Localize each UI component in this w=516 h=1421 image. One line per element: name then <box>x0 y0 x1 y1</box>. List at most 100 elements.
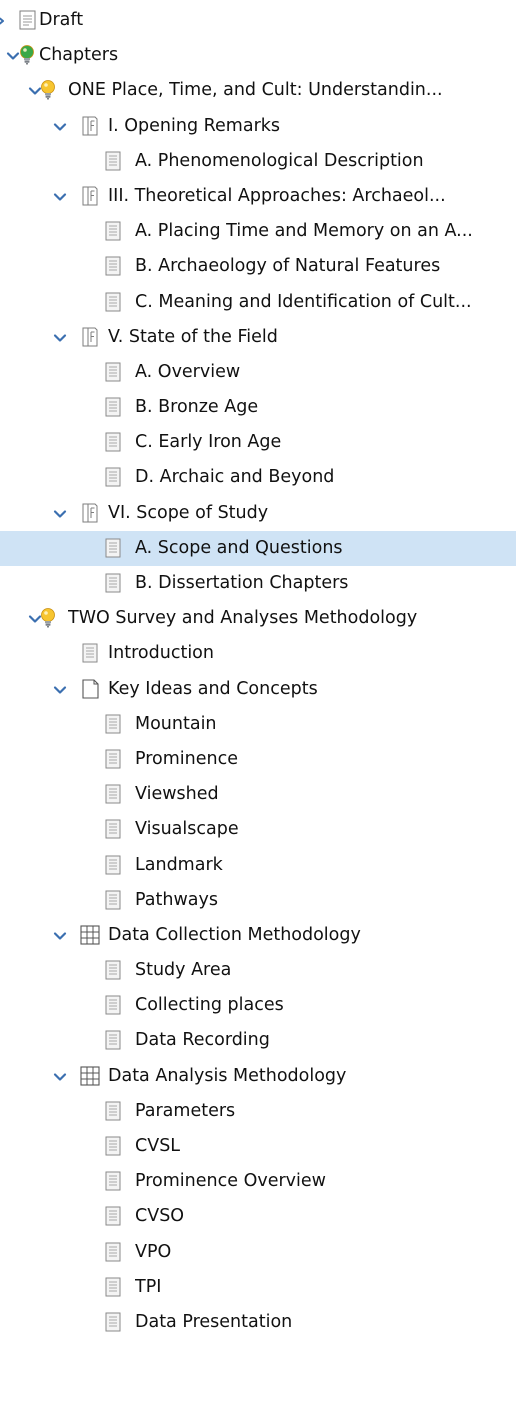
binder-item[interactable]: Mountain <box>0 707 516 742</box>
binder-item-label: Landmark <box>135 854 223 875</box>
folded-document-icon <box>80 185 100 207</box>
binder-item[interactable]: III. Theoretical Approaches: Archaeol... <box>0 179 516 214</box>
binder-item[interactable]: Key Ideas and Concepts <box>0 672 516 707</box>
binder-item-label: VPO <box>135 1241 172 1262</box>
binder-item[interactable]: D. Archaic and Beyond <box>0 460 516 495</box>
binder-item-label: Chapters <box>39 45 119 66</box>
folded-document-icon <box>80 502 100 524</box>
binder-item[interactable]: Parameters <box>0 1094 516 1129</box>
binder-item[interactable]: Prominence <box>0 742 516 777</box>
text-document-icon <box>103 220 123 242</box>
draft-icon <box>17 9 37 31</box>
binder-item[interactable]: TWO Survey and Analyses Methodology <box>0 601 516 636</box>
binder-item[interactable]: Visualscape <box>0 812 516 847</box>
binder-item-label: Key Ideas and Concepts <box>108 678 318 699</box>
binder-item[interactable]: Introduction <box>0 636 516 671</box>
binder-item-label: Data Presentation <box>135 1311 293 1332</box>
binder-item[interactable]: Data Recording <box>0 1023 516 1058</box>
binder-item[interactable]: A. Overview <box>0 355 516 390</box>
binder-item-label: V. State of the Field <box>108 326 278 347</box>
grid-icon <box>79 1065 100 1087</box>
binder-item-label: Introduction <box>108 643 214 664</box>
binder-item[interactable]: I. Opening Remarks <box>0 109 516 144</box>
binder-item[interactable]: C. Meaning and Identification of Cult... <box>0 285 516 320</box>
binder-item-label: B. Bronze Age <box>135 397 259 418</box>
text-document-icon <box>103 854 123 876</box>
binder-item[interactable]: A. Placing Time and Memory on an A... <box>0 214 516 249</box>
binder-item-label: C. Meaning and Identification of Cult... <box>135 291 472 312</box>
text-document-icon <box>103 537 123 559</box>
binder-item[interactable]: Prominence Overview <box>0 1164 516 1199</box>
chevron-down-icon[interactable] <box>52 330 68 346</box>
text-document-icon <box>80 642 100 664</box>
binder-item[interactable]: Pathways <box>0 883 516 918</box>
text-document-icon <box>103 466 123 488</box>
binder-item[interactable]: A. Scope and Questions <box>0 530 516 566</box>
chevron-down-icon[interactable] <box>52 119 68 135</box>
chevron-down-icon[interactable] <box>0 13 16 29</box>
binder-item[interactable]: CVSO <box>0 1199 516 1234</box>
binder-item[interactable]: Data Presentation <box>0 1305 516 1340</box>
text-document-icon <box>103 396 123 418</box>
binder-item[interactable]: B. Bronze Age <box>0 390 516 425</box>
text-document-icon <box>103 783 123 805</box>
binder-item-label: I. Opening Remarks <box>108 115 281 136</box>
binder-item-label: Visualscape <box>135 819 239 840</box>
text-document-icon <box>103 959 123 981</box>
chevron-down-icon[interactable] <box>52 682 68 698</box>
binder-item-label: A. Placing Time and Memory on an A... <box>135 221 473 242</box>
text-document-icon <box>103 255 123 277</box>
chevron-down-icon[interactable] <box>52 506 68 522</box>
text-document-icon <box>103 361 123 383</box>
chevron-down-icon[interactable] <box>52 928 68 944</box>
chevron-down-icon[interactable] <box>52 189 68 205</box>
binder-item[interactable]: Study Area <box>0 953 516 988</box>
binder-item[interactable]: C. Early Iron Age <box>0 425 516 460</box>
binder-item[interactable]: VI. Scope of Study <box>0 496 516 531</box>
binder-item-label: Viewshed <box>135 784 219 805</box>
binder-item[interactable]: Data Analysis Methodology <box>0 1059 516 1094</box>
text-document-icon <box>103 1241 123 1263</box>
binder-item[interactable]: Draft <box>0 3 516 38</box>
lightbulb-yellow-icon <box>38 607 58 629</box>
binder-item[interactable]: CVSL <box>0 1129 516 1164</box>
binder-item-label: III. Theoretical Approaches: Archaeol... <box>108 185 446 206</box>
binder-item[interactable]: ONE Place, Time, and Cult: Understandin.… <box>0 73 516 108</box>
binder-item[interactable]: B. Dissertation Chapters <box>0 566 516 601</box>
binder-item-label: Draft <box>39 10 84 30</box>
binder-item[interactable]: VPO <box>0 1235 516 1270</box>
blank-document-icon <box>80 678 100 700</box>
binder-item[interactable]: V. State of the Field <box>0 320 516 355</box>
binder-item[interactable]: TPI <box>0 1270 516 1305</box>
binder-item-label: TPI <box>135 1276 162 1297</box>
text-document-icon <box>103 150 123 172</box>
text-document-icon <box>103 1205 123 1227</box>
text-document-icon <box>103 1029 123 1051</box>
chevron-down-icon[interactable] <box>52 1069 68 1085</box>
text-document-icon <box>103 431 123 453</box>
text-document-icon <box>103 1311 123 1333</box>
binder-item-label: B. Archaeology of Natural Features <box>135 256 441 277</box>
binder-item[interactable]: Landmark <box>0 848 516 883</box>
text-document-icon <box>103 1170 123 1192</box>
binder-item[interactable]: B. Archaeology of Natural Features <box>0 249 516 284</box>
binder-item-label: B. Dissertation Chapters <box>135 573 349 593</box>
text-document-icon <box>103 291 123 313</box>
binder-item-label: VI. Scope of Study <box>108 502 269 523</box>
binder-item-label: A. Scope and Questions <box>135 537 343 558</box>
binder-item[interactable]: Collecting places <box>0 988 516 1023</box>
binder-item-label: CVSO <box>135 1206 185 1227</box>
binder-item[interactable]: Viewshed <box>0 777 516 812</box>
folded-document-icon <box>80 326 100 348</box>
text-document-icon <box>103 889 123 911</box>
binder-item-label: Parameters <box>135 1100 236 1121</box>
binder-item[interactable]: Data Collection Methodology <box>0 918 516 953</box>
binder-item-label: Prominence Overview <box>135 1171 326 1192</box>
binder-item-label: Pathways <box>135 889 218 910</box>
binder-item-label: Data Analysis Methodology <box>108 1065 347 1086</box>
binder-item[interactable]: Chapters <box>0 38 516 73</box>
binder-item-label: A. Overview <box>135 361 241 382</box>
binder-item[interactable]: A. Phenomenological Description <box>0 144 516 179</box>
grid-icon <box>79 924 100 946</box>
lightbulb-yellow-icon <box>38 79 58 101</box>
